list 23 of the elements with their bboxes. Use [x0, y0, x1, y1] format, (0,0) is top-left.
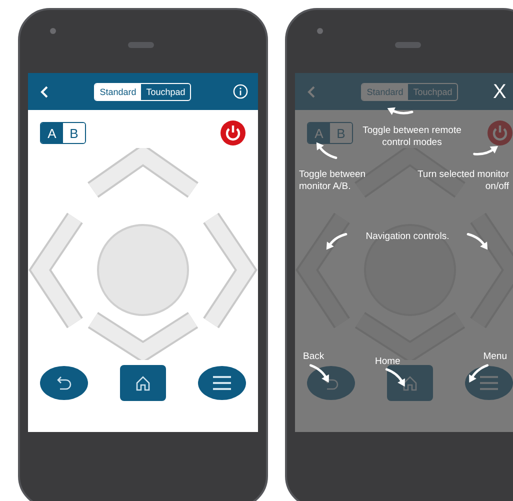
camera-icon: [317, 28, 323, 34]
help-label: Navigation controls.: [364, 231, 450, 243]
menu-button[interactable]: [198, 366, 246, 400]
help-label: Toggle between monitor A/B.: [299, 169, 367, 193]
camera-icon: [50, 28, 56, 34]
home-icon: [134, 374, 152, 392]
help-label: Menu: [482, 351, 507, 363]
info-icon[interactable]: [232, 84, 248, 99]
help-label: Home: [375, 356, 402, 368]
back-button[interactable]: [40, 366, 88, 400]
back-arrow-icon: [55, 374, 73, 392]
menu-icon: [211, 375, 233, 391]
speaker-grille-icon: [395, 42, 421, 48]
mode-tab[interactable]: Standard: [94, 84, 142, 100]
mode-tab[interactable]: Touchpad: [141, 84, 190, 100]
help-label: Turn selected monitor on/off: [416, 169, 509, 193]
home-button[interactable]: [120, 365, 166, 401]
close-button[interactable]: X: [493, 81, 506, 104]
monitor-toggle[interactable]: A: [41, 123, 63, 143]
speaker-grille-icon: [128, 42, 154, 48]
help-label: Back: [303, 351, 326, 363]
power-button-icon[interactable]: [220, 120, 246, 146]
help-label: Toggle between remote control modes: [362, 125, 462, 149]
